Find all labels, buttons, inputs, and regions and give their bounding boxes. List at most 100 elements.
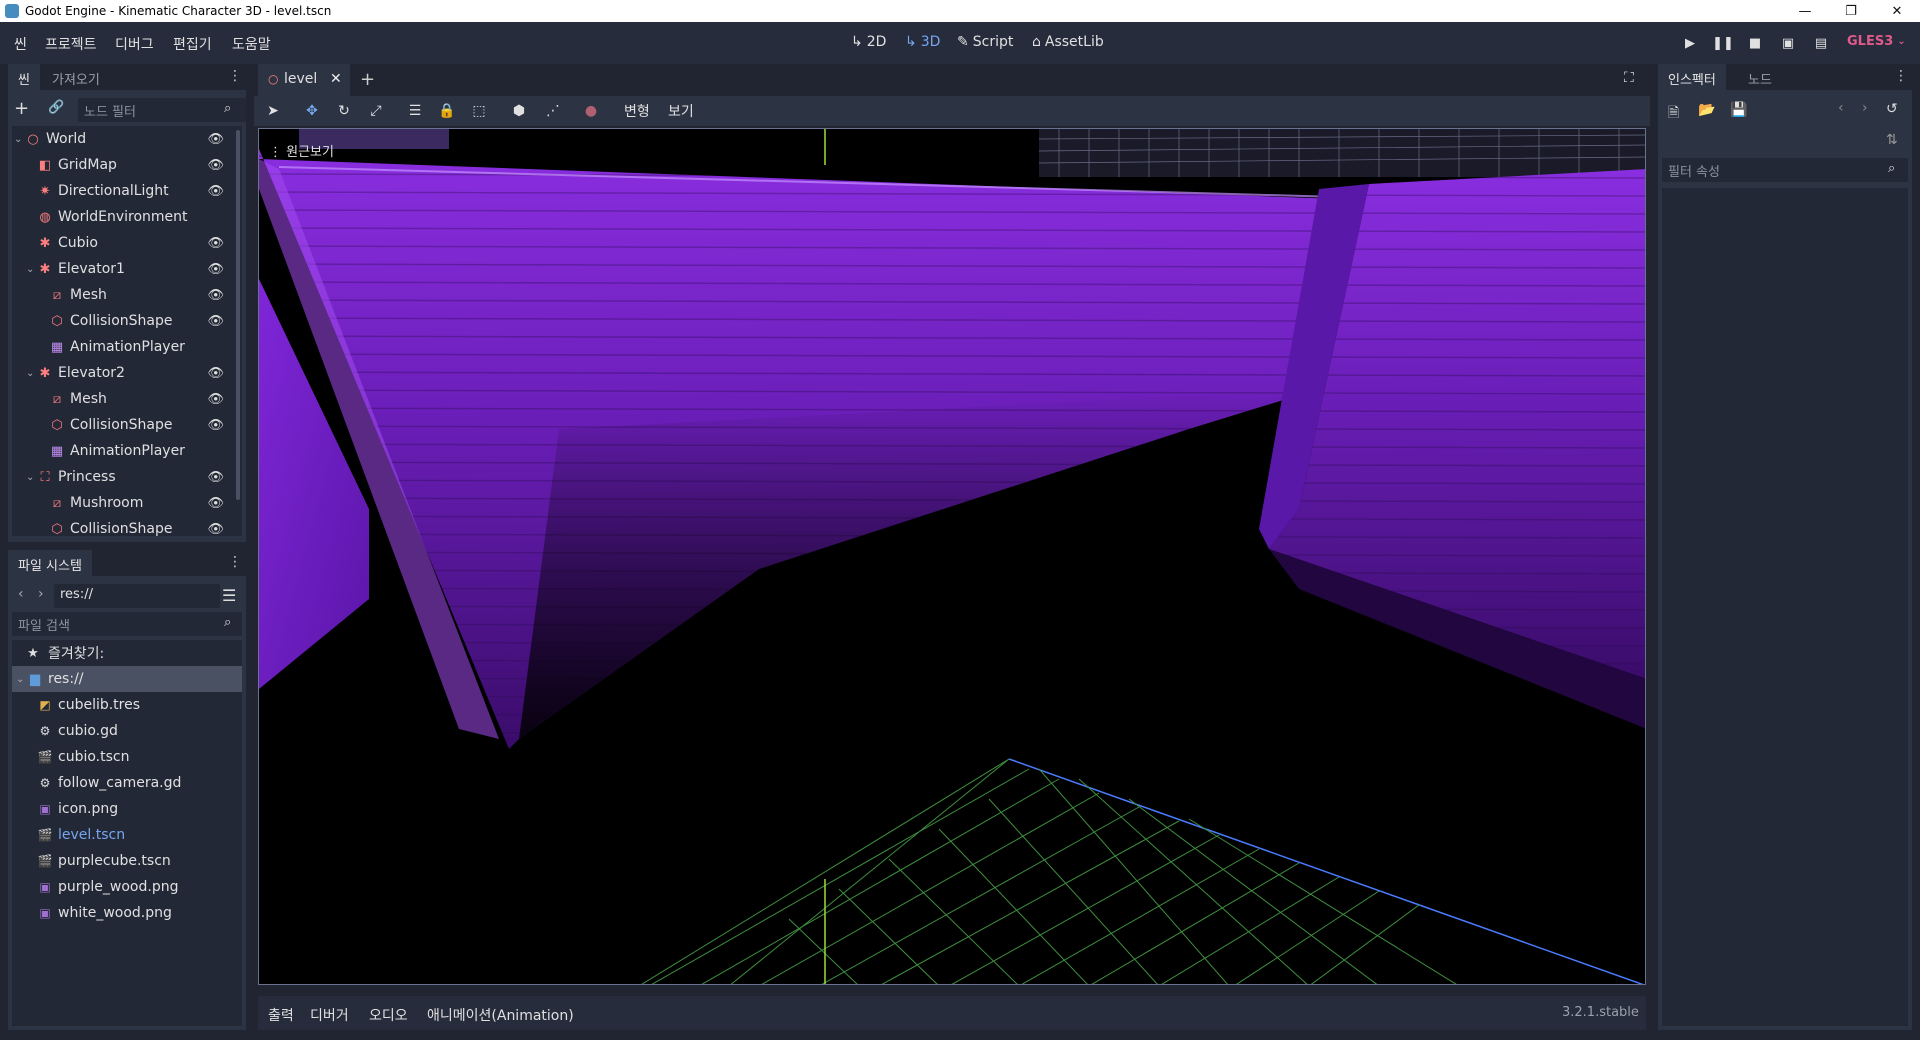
visibility-eye-icon[interactable]: 👁: [207, 184, 224, 199]
file-item[interactable]: ▣ white_wood.png: [12, 900, 242, 926]
file-search-input[interactable]: 파일 검색: [12, 612, 242, 636]
transform-menu[interactable]: 변형: [624, 101, 650, 121]
camera-preview-icon[interactable]: ●: [581, 101, 601, 121]
instance-scene-icon[interactable]: 🔗: [48, 100, 64, 115]
menu-help[interactable]: 도움말: [232, 34, 271, 54]
visibility-eye-icon[interactable]: 👁: [207, 522, 224, 537]
close-window-button[interactable]: ✕: [1874, 0, 1920, 22]
group-icon[interactable]: ⬚: [469, 101, 489, 121]
file-item[interactable]: 🎬 cubio.tscn: [12, 744, 242, 770]
renderer-select[interactable]: GLES3 ⌄: [1847, 34, 1906, 49]
add-node-button[interactable]: +: [14, 98, 29, 119]
chevron-down-icon[interactable]: ⌄: [14, 134, 22, 145]
scene-tree-item[interactable]: ⧄ Mesh 👁: [12, 386, 242, 412]
node-filter-input[interactable]: 노드 필터: [78, 98, 246, 122]
visibility-eye-icon[interactable]: 👁: [207, 158, 224, 173]
scene-tree-item[interactable]: ⬡ CollisionShape 👁: [12, 412, 242, 438]
object-properties-icon[interactable]: ⇅: [1886, 132, 1898, 148]
output-tab[interactable]: 출력: [268, 1005, 294, 1025]
scene-tree-item[interactable]: ▦ AnimationPlayer: [12, 438, 242, 464]
new-resource-icon[interactable]: 🗎: [1668, 102, 1679, 126]
tab-scene[interactable]: 씬: [8, 64, 40, 90]
mode-3d-button[interactable]: ↳ 3D: [905, 34, 940, 50]
lock-icon[interactable]: 🔒: [437, 101, 457, 121]
debugger-tab[interactable]: 디버거: [310, 1005, 349, 1025]
tab-filesystem[interactable]: 파일 시스템: [8, 550, 92, 576]
favorites-item[interactable]: ★ 즐겨찾기:: [12, 640, 242, 666]
play-icon[interactable]: ▶: [1681, 34, 1699, 52]
property-filter-input[interactable]: 필터 속성: [1662, 158, 1908, 182]
visibility-eye-icon[interactable]: 👁: [207, 418, 224, 433]
menu-project[interactable]: 프로젝트: [45, 34, 97, 54]
chevron-down-icon[interactable]: ⌄: [26, 368, 34, 379]
stop-icon[interactable]: ■: [1746, 34, 1764, 52]
scene-tree-item[interactable]: ▦ AnimationPlayer: [12, 334, 242, 360]
minimize-button[interactable]: —: [1782, 0, 1828, 22]
history-forward-icon[interactable]: ›: [1862, 100, 1868, 116]
3d-viewport[interactable]: ⋮ 원근보기: [258, 128, 1646, 985]
visibility-eye-icon[interactable]: 👁: [207, 262, 224, 277]
visibility-eye-icon[interactable]: 👁: [207, 496, 224, 511]
menu-debug[interactable]: 디버그: [115, 34, 154, 54]
distraction-free-icon[interactable]: ⛶: [1624, 70, 1634, 86]
file-item[interactable]: 🎬 level.tscn: [12, 822, 242, 848]
path-input[interactable]: res://: [54, 584, 220, 608]
view-menu[interactable]: 보기: [668, 101, 694, 121]
dock-menu-icon[interactable]: ⋮: [1894, 68, 1908, 84]
visibility-eye-icon[interactable]: 👁: [207, 470, 224, 485]
snap-icon[interactable]: ⋰: [543, 101, 563, 121]
scene-tree-item[interactable]: ✱ Cubio 👁: [12, 230, 242, 256]
dock-menu-icon[interactable]: ⋮: [228, 68, 242, 84]
mode-assetlib-button[interactable]: ⌂ AssetLib: [1032, 34, 1104, 50]
move-tool-icon[interactable]: ✥: [302, 101, 322, 121]
dock-menu-icon[interactable]: ⋮: [228, 554, 242, 570]
mode-2d-button[interactable]: ↳ 2D: [851, 34, 886, 50]
file-item[interactable]: ▣ icon.png: [12, 796, 242, 822]
save-resource-icon[interactable]: 💾: [1730, 102, 1747, 118]
play-custom-scene-icon[interactable]: ▤: [1812, 34, 1830, 52]
scene-tree-item[interactable]: ⌄ ⛶ Princess 👁: [12, 464, 242, 490]
history-icon[interactable]: ↺: [1886, 101, 1898, 117]
add-scene-tab-button[interactable]: +: [360, 69, 375, 90]
select-tool-icon[interactable]: ➤: [263, 101, 283, 121]
scene-tree-item[interactable]: ⧄ Mesh 👁: [12, 282, 242, 308]
back-arrow-icon[interactable]: ‹: [18, 586, 24, 602]
scale-tool-icon[interactable]: ⤢: [366, 101, 386, 121]
forward-arrow-icon[interactable]: ›: [38, 586, 44, 602]
maximize-button[interactable]: ❐: [1828, 0, 1874, 22]
visibility-eye-icon[interactable]: 👁: [207, 236, 224, 251]
scene-tree-item[interactable]: ✷ DirectionalLight 👁: [12, 178, 242, 204]
animation-tab[interactable]: 애니메이션(Animation): [427, 1005, 574, 1025]
scene-tree-item[interactable]: ⌄ ○ World 👁: [12, 126, 242, 152]
visibility-eye-icon[interactable]: 👁: [207, 314, 224, 329]
mode-script-button[interactable]: ✎ Script: [957, 34, 1013, 50]
close-tab-icon[interactable]: ✕: [330, 71, 342, 87]
chevron-down-icon[interactable]: ⌄: [26, 264, 34, 275]
scene-tree-item[interactable]: ◧ GridMap 👁: [12, 152, 242, 178]
load-resource-icon[interactable]: 📂: [1698, 102, 1715, 118]
play-scene-icon[interactable]: ▣: [1779, 34, 1797, 52]
file-item[interactable]: ⚙ cubio.gd: [12, 718, 242, 744]
pause-icon[interactable]: ❚❚: [1712, 34, 1734, 52]
scene-tab-level[interactable]: ○ level ✕: [258, 64, 350, 96]
visibility-eye-icon[interactable]: 👁: [207, 392, 224, 407]
local-space-icon[interactable]: ⬢: [509, 101, 529, 121]
rotate-tool-icon[interactable]: ↻: [334, 101, 354, 121]
file-item[interactable]: ▣ purple_wood.png: [12, 874, 242, 900]
chevron-down-icon[interactable]: ⌄: [26, 472, 34, 483]
tab-import[interactable]: 가져오기: [42, 64, 110, 90]
visibility-eye-icon[interactable]: 👁: [207, 132, 224, 147]
toggle-split-mode-icon[interactable]: ☰: [222, 586, 236, 605]
list-select-icon[interactable]: ☰: [405, 101, 425, 121]
scene-tree-scrollbar[interactable]: [236, 130, 240, 500]
visibility-eye-icon[interactable]: 👁: [207, 288, 224, 303]
file-item[interactable]: ⚙ follow_camera.gd: [12, 770, 242, 796]
tab-node[interactable]: 노드: [1738, 64, 1782, 90]
scene-tree-item[interactable]: ⧄ Mushroom 👁: [12, 490, 242, 516]
tab-inspector[interactable]: 인스펙터: [1658, 64, 1726, 90]
audio-tab[interactable]: 오디오: [369, 1005, 408, 1025]
file-item[interactable]: ◩ cubelib.tres: [12, 692, 242, 718]
perspective-menu[interactable]: ⋮ 원근보기: [269, 141, 334, 160]
history-back-icon[interactable]: ‹: [1838, 100, 1844, 116]
menu-scene[interactable]: 씬: [14, 34, 27, 54]
